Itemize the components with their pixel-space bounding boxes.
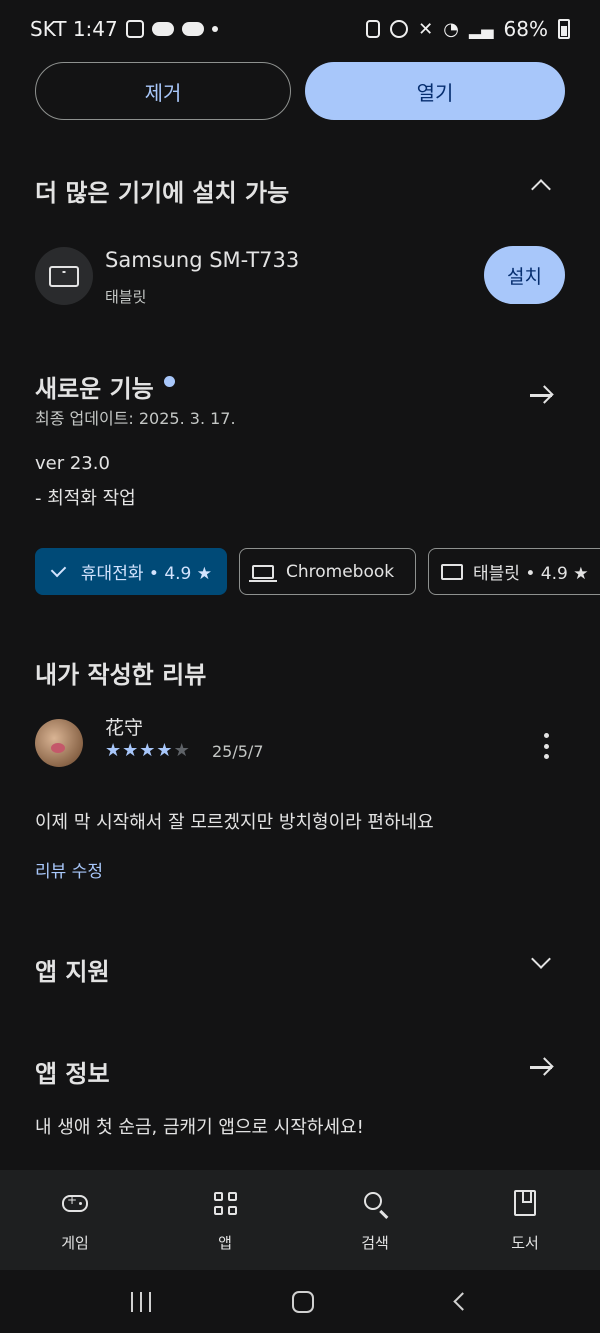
chip-chromebook-label: Chromebook (286, 561, 395, 582)
battery-saver-icon (366, 20, 381, 38)
nav-apps-label: 앱 (218, 1234, 232, 1252)
star-icon: ★ (156, 740, 174, 761)
laptop-icon (249, 564, 277, 582)
chat-icon-2 (181, 22, 204, 36)
app-support-title[interactable]: 앱 지원 (35, 952, 110, 987)
gamepad-icon (62, 1193, 88, 1212)
device-name: Samsung SM-T733 (105, 248, 300, 272)
star-icon: ★ (122, 740, 140, 761)
home-icon[interactable] (292, 1290, 315, 1313)
action-buttons: 제거 열기 (35, 62, 565, 120)
recent-apps-icon[interactable] (130, 1291, 151, 1312)
open-button[interactable]: 열기 (305, 62, 565, 120)
tablet-icon (49, 265, 79, 287)
release-notes: - 최적화 작업 (35, 488, 136, 509)
more-notifications-icon (211, 26, 218, 32)
chip-phone-label: 휴대전화 • 4.9 ★ (80, 564, 212, 584)
review-text: 이제 막 시작해서 잘 모르겠지만 방치형이라 편하네요 (35, 812, 434, 833)
instagram-icon (125, 20, 144, 38)
star-rating: ★★★★★ (105, 740, 191, 761)
tablet-icon (441, 563, 463, 580)
battery-icon (558, 19, 570, 39)
more-options-icon[interactable] (542, 733, 550, 759)
collapse-chevron-icon[interactable] (531, 179, 551, 199)
nav-books[interactable]: 도서 (450, 1170, 600, 1270)
mute-icon: ✕ (418, 18, 434, 40)
expand-chevron-icon[interactable] (531, 949, 551, 969)
wifi-icon: ◔ (443, 18, 459, 40)
apps-grid-icon (213, 1191, 237, 1215)
edit-review-link[interactable]: 리뷰 수정 (35, 857, 103, 882)
carrier-time: SKT 1:47 (30, 17, 118, 41)
chip-chromebook[interactable]: Chromebook (239, 548, 416, 595)
back-icon[interactable] (453, 1292, 472, 1311)
device-icon-container (35, 247, 93, 305)
more-devices-title: 더 많은 기기에 설치 가능 (35, 179, 290, 207)
device-type: 태블릿 (105, 288, 147, 306)
avatar (35, 719, 83, 767)
nav-search[interactable]: 검색 (300, 1170, 450, 1270)
reviewer-name: 花守 (105, 717, 144, 739)
status-bar: SKT 1:47 ✕ ◔ ▂▄ 68% (0, 0, 600, 58)
device-chips: 휴대전화 • 4.9 ★ Chromebook 태블릿 • 4.9 ★ (35, 548, 600, 595)
app-tagline: 내 생애 첫 순금, 금캐기 앱으로 시작하세요! (35, 1117, 364, 1138)
alarm-icon (390, 20, 409, 38)
nav-books-label: 도서 (511, 1234, 539, 1252)
battery-percent: 68% (503, 17, 548, 41)
app-info-title[interactable]: 앱 정보 (35, 1054, 110, 1089)
book-icon (514, 1190, 536, 1216)
chip-phone[interactable]: 휴대전화 • 4.9 ★ (35, 548, 227, 595)
nav-games[interactable]: 게임 (0, 1170, 150, 1270)
system-navigation-bar (0, 1270, 600, 1333)
search-icon (364, 1192, 382, 1210)
review-date: 25/5/7 (212, 742, 264, 761)
nav-apps[interactable]: 앱 (150, 1170, 300, 1270)
chat-icon (151, 22, 174, 36)
install-button[interactable]: 설치 (484, 246, 565, 304)
device-chips-scroller[interactable]: 휴대전화 • 4.9 ★ Chromebook 태블릿 • 4.9 ★ (0, 540, 600, 604)
whats-new-arrow-icon[interactable] (528, 382, 554, 408)
my-review-title: 내가 작성한 리뷰 (35, 661, 207, 689)
star-icon: ★ (105, 740, 123, 761)
chip-tablet-label: 태블릿 • 4.9 ★ (473, 564, 589, 584)
last-updated: 최종 업데이트: 2025. 3. 17. (35, 409, 236, 428)
bottom-navigation: 게임 앱 검색 도서 (0, 1170, 600, 1270)
nav-games-label: 게임 (61, 1234, 89, 1252)
nav-search-label: 검색 (361, 1234, 389, 1252)
star-empty-icon: ★ (173, 740, 191, 761)
whats-new-title[interactable]: 새로운 기능 (35, 369, 154, 404)
signal-icon: ▂▄ (468, 19, 494, 39)
app-info-arrow-icon[interactable] (528, 1054, 554, 1080)
version-text: ver 23.0 (35, 453, 110, 474)
check-icon (50, 561, 67, 578)
star-icon: ★ (139, 740, 157, 761)
uninstall-button[interactable]: 제거 (35, 62, 291, 120)
new-indicator-dot (164, 376, 175, 387)
chip-tablet[interactable]: 태블릿 • 4.9 ★ (428, 548, 600, 595)
